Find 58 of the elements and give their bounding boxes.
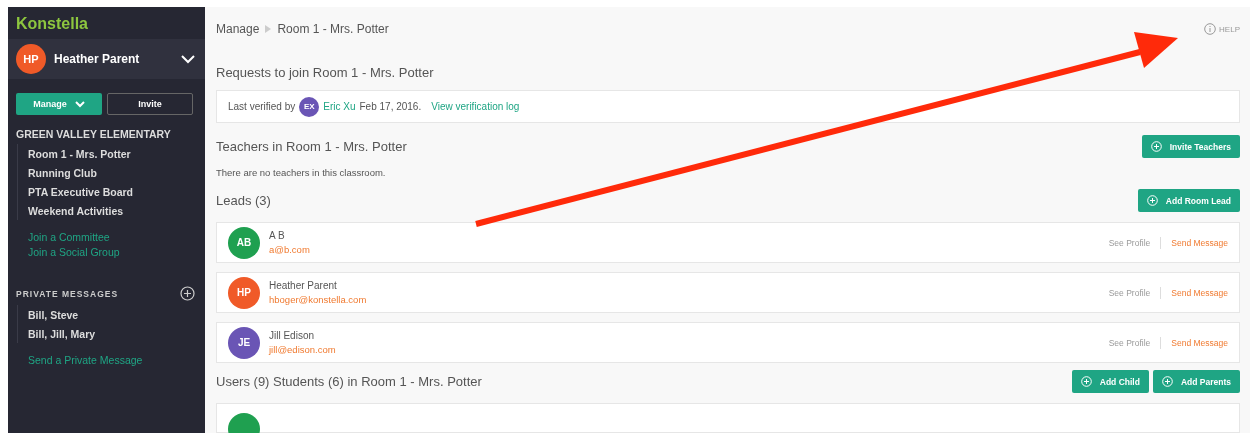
verification-log-link[interactable]: View verification log — [431, 101, 520, 113]
see-profile-link[interactable]: See Profile — [1108, 237, 1151, 248]
user-link[interactable]: Eric Xu — [323, 101, 356, 113]
see-profile-link[interactable]: See Profile — [1108, 287, 1151, 298]
add-icon — [1146, 195, 1158, 207]
user-avatar: AB — [228, 226, 260, 259]
user-name: Heather Parent — [54, 52, 141, 66]
help-link[interactable]: HELP — [1204, 23, 1240, 35]
person-name: A B — [269, 230, 286, 242]
group-link[interactable]: Weekend Activities — [28, 201, 205, 220]
breadcrumb-link[interactable]: Manage — [216, 22, 260, 36]
add-button[interactable]: Add Child — [1071, 370, 1149, 393]
user-avatar: JE — [228, 326, 260, 359]
section-title: Requests to join Room 1 - Mrs. Potter — [216, 65, 435, 80]
conversation-link[interactable]: Bill, Steve — [28, 305, 205, 324]
user-avatar: HP — [16, 44, 46, 74]
add-icon[interactable] — [180, 286, 195, 301]
send-message-link[interactable]: Send Message — [1171, 337, 1228, 348]
see-profile-link[interactable]: See Profile — [1108, 337, 1151, 348]
school-name: GREEN VALLEY ELEMENTARY — [15, 127, 172, 142]
group-link[interactable]: PTA Executive Board — [28, 182, 205, 201]
chevron-icon — [74, 100, 85, 108]
conversation-link[interactable]: Bill, Jill, Mary — [28, 324, 205, 343]
invite-teachers-button[interactable]: Invite Teachers — [1141, 135, 1240, 159]
group-link[interactable]: Running Club — [28, 163, 205, 182]
breadcrumb-separator-icon — [265, 25, 272, 33]
chevron-icon — [181, 54, 195, 64]
section-title: Users (9) Students (6) in Room 1 - Mrs. Potter — [216, 374, 482, 389]
verified-date: Feb 17, 2016. — [359, 101, 422, 113]
add-room-lead-button[interactable]: Add Room Lead — [1137, 189, 1240, 213]
brand-logo: Konstella — [15, 14, 89, 34]
empty-message: There are no teachers in this classroom. — [216, 167, 387, 179]
sidebar-button[interactable]: Manage — [16, 93, 102, 115]
group-link[interactable]: Room 1 - Mrs. Potter — [28, 144, 205, 163]
join-link[interactable]: Join a Social Group — [28, 245, 205, 260]
breadcrumb-current: Room 1 - Mrs. Potter — [277, 22, 389, 36]
email-link[interactable]: jill@edison.com — [269, 344, 1109, 356]
user-menu[interactable]: HP Heather Parent — [8, 39, 205, 79]
verified-label: Last verified by — [228, 101, 296, 113]
send-message-link[interactable]: Send Message — [1171, 237, 1228, 248]
person-name: Jill Edison — [269, 330, 316, 342]
email-link[interactable]: hboger@konstella.com — [269, 294, 1109, 306]
add-button[interactable]: Add Parents — [1152, 370, 1240, 393]
add-icon — [1150, 141, 1162, 153]
send-message-link[interactable]: Send Message — [1171, 287, 1228, 298]
join-link[interactable]: Join a Committee — [28, 230, 205, 245]
sidebar-button[interactable]: Invite — [107, 93, 193, 115]
user-avatar: EX — [299, 96, 320, 117]
send-message-link[interactable]: Send a Private Message — [8, 343, 205, 368]
section-title: PRIVATE MESSAGES — [16, 288, 119, 299]
add-icon — [1161, 376, 1173, 387]
add-icon — [1080, 376, 1092, 387]
info-icon — [1204, 23, 1217, 35]
email-link[interactable]: a@b.com — [269, 244, 1109, 256]
person-name: Heather Parent — [269, 280, 338, 292]
user-avatar: HP — [228, 276, 260, 309]
section-title: Teachers in Room 1 - Mrs. Potter — [216, 139, 407, 155]
section-title: Leads (3) — [216, 193, 271, 209]
